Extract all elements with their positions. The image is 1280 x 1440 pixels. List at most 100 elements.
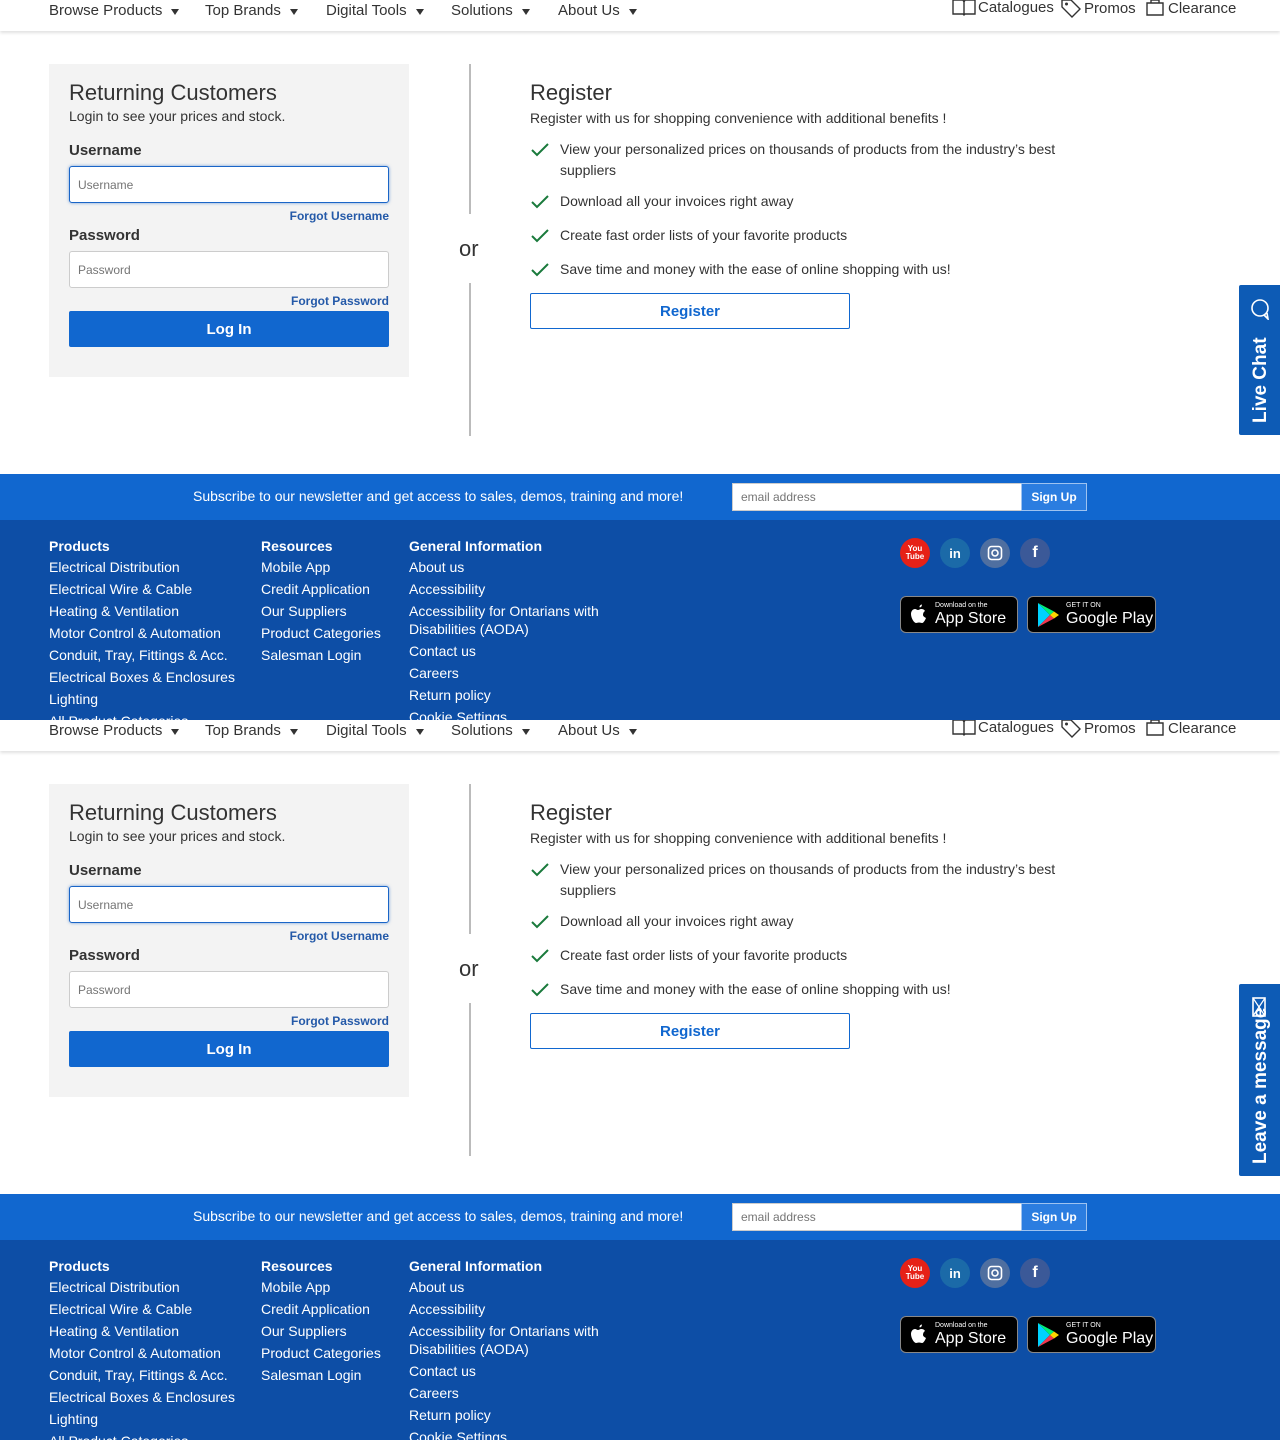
nav-solutions[interactable]: Solutions [451,722,530,739]
nav-digital-tools[interactable]: Digital Tools [326,2,424,19]
forgot-password-link[interactable]: Forgot Password [291,1014,389,1028]
footer-link[interactable]: Motor Control & Automation [49,1344,235,1362]
book-icon [952,720,976,736]
footer-link[interactable]: About us [409,558,599,576]
footer-link[interactable]: Electrical Distribution [49,558,235,576]
util-promos[interactable]: Promos [1060,720,1136,738]
footer-link[interactable]: Lighting [49,1410,235,1428]
linkedin-icon[interactable]: in [940,1258,970,1288]
instagram-icon[interactable] [980,1258,1010,1288]
nav-top-brands[interactable]: Top Brands [205,722,298,739]
footer-link[interactable]: Credit Application [261,1300,381,1318]
footer-link[interactable]: Product Categories [261,624,381,642]
footer-link[interactable]: All Product Categories [49,712,235,720]
footer-link[interactable]: Heating & Ventilation [49,1322,235,1340]
footer-link[interactable]: Conduit, Tray, Fittings & Acc. [49,1366,235,1384]
nav-solutions[interactable]: Solutions [451,2,530,19]
benefit-item: Save time and money with the ease of onl… [530,259,1090,280]
footer-link[interactable]: Our Suppliers [261,1322,381,1340]
nav-browse-products[interactable]: Browse Products [49,2,180,19]
apple-icon [911,1324,926,1343]
check-icon [531,915,549,929]
forgot-password-link[interactable]: Forgot Password [291,294,389,308]
login-button[interactable]: Log In [69,311,389,347]
password-input[interactable] [69,971,389,1008]
footer-link[interactable]: Return policy [409,1406,599,1424]
google-play-badge[interactable]: GET IT ON Google Play [1027,1316,1156,1353]
footer-link[interactable]: Contact us [409,1362,599,1380]
footer-link[interactable]: Contact us [409,642,599,660]
util-clearance[interactable]: Clearance [1144,720,1236,738]
leave-message-tab[interactable]: Leave a message [1239,984,1280,1176]
login-button[interactable]: Log In [69,1031,389,1067]
check-icon [531,195,549,209]
footer-link[interactable]: Return policy [409,686,599,704]
youtube-icon[interactable]: You Tube [900,1258,930,1288]
footer-link[interactable]: Electrical Boxes & Enclosures [49,668,235,686]
footer-link[interactable]: Careers [409,664,599,682]
newsletter-email-input[interactable] [732,1203,1022,1231]
facebook-icon[interactable]: f [1020,538,1050,568]
nav-browse-products[interactable]: Browse Products [49,722,180,739]
password-input[interactable] [69,251,389,288]
footer-link[interactable]: Cookie Settings [409,1428,599,1440]
app-store-badge[interactable]: Download on the App Store [900,596,1018,633]
footer-link[interactable]: Mobile App [261,558,381,576]
youtube-icon[interactable]: You Tube [900,538,930,568]
util-catalogues[interactable]: Catalogues [952,0,1054,16]
live-chat-tab[interactable]: Live Chat [1239,285,1280,435]
footer-link[interactable]: Conduit, Tray, Fittings & Acc. [49,646,235,664]
nav-top-brands[interactable]: Top Brands [205,2,298,19]
footer-link[interactable]: Our Suppliers [261,602,381,620]
register-title: Register [530,800,612,825]
forgot-username-link[interactable]: Forgot Username [290,929,389,943]
footer-link[interactable]: Electrical Wire & Cable [49,580,235,598]
facebook-icon[interactable]: f [1020,1258,1050,1288]
username-input[interactable] [69,886,389,923]
tag-icon [1061,0,1081,18]
instagram-icon[interactable] [980,538,1010,568]
caret-down-icon [628,9,637,15]
register-button[interactable]: Register [530,1013,850,1049]
footer-link[interactable]: About us [409,1278,599,1296]
footer-link[interactable]: Accessibility [409,580,599,598]
footer-link[interactable]: Accessibility for Ontarians with Disabil… [409,602,599,638]
footer-link[interactable]: Electrical Distribution [49,1278,235,1296]
footer-link[interactable]: Accessibility for Ontarians with Disabil… [409,1322,599,1358]
footer-link[interactable]: Electrical Wire & Cable [49,1300,235,1318]
linkedin-icon[interactable]: in [940,538,970,568]
social-links: You Tube in f [900,538,1050,568]
nav-digital-tools[interactable]: Digital Tools [326,722,424,739]
or-label: or [459,236,479,261]
footer-link[interactable]: Salesman Login [261,646,381,664]
footer-link[interactable]: Electrical Boxes & Enclosures [49,1388,235,1406]
footer-link[interactable]: Credit Application [261,580,381,598]
newsletter-email-input[interactable] [732,483,1022,511]
footer-link[interactable]: All Product Categories [49,1432,235,1440]
check-icon [531,863,549,877]
newsletter-signup-button[interactable]: Sign Up [1021,483,1087,511]
username-input[interactable] [69,166,389,203]
benefit-item: Create fast order lists of your favorite… [530,945,1090,966]
footer-link[interactable]: Product Categories [261,1344,381,1362]
footer-link[interactable]: Salesman Login [261,1366,381,1384]
nav-about-us[interactable]: About Us [558,722,637,739]
footer-link[interactable]: Cookie Settings [409,708,599,720]
util-promos[interactable]: Promos [1060,0,1136,18]
footer-products: Products Electrical Distribution Electri… [49,1258,235,1440]
forgot-username-link[interactable]: Forgot Username [290,209,389,223]
footer-link[interactable]: Careers [409,1384,599,1402]
footer-link[interactable]: Lighting [49,690,235,708]
util-clearance[interactable]: Clearance [1144,0,1236,18]
footer-link[interactable]: Mobile App [261,1278,381,1296]
footer-link[interactable]: Accessibility [409,1300,599,1318]
register-button[interactable]: Register [530,293,850,329]
google-play-badge[interactable]: GET IT ON Google Play [1027,596,1156,633]
footer-link[interactable]: Motor Control & Automation [49,624,235,642]
app-store-badge[interactable]: Download on the App Store [900,1316,1018,1353]
nav-about-us[interactable]: About Us [558,2,637,19]
util-catalogues[interactable]: Catalogues [952,720,1054,736]
newsletter-signup-button[interactable]: Sign Up [1021,1203,1087,1231]
frame-live-chat: Browse Products Top Brands Digital Tools… [0,0,1280,720]
footer-link[interactable]: Heating & Ventilation [49,602,235,620]
